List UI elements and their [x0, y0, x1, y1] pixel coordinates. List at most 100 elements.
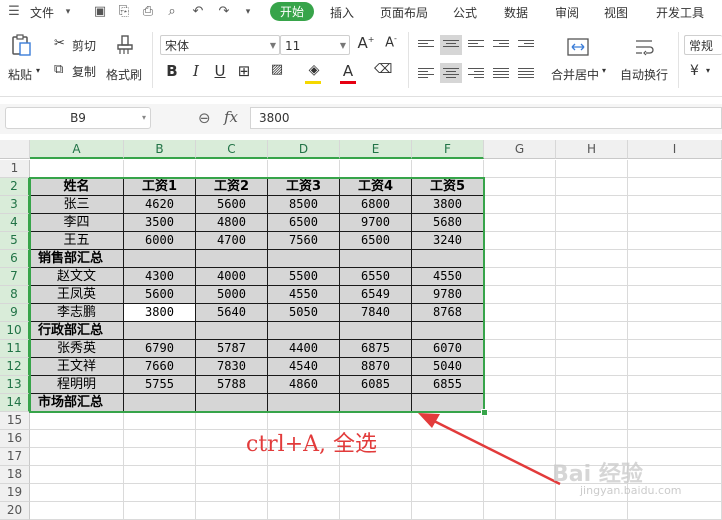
cell-f9[interactable]: 8768 — [412, 304, 484, 322]
cell-e20[interactable] — [340, 502, 412, 520]
zoom-formula-icon[interactable]: ⊖ — [198, 109, 211, 127]
cell-e18[interactable] — [340, 466, 412, 484]
cell-f1[interactable] — [412, 160, 484, 178]
align-top-icon[interactable] — [418, 38, 434, 52]
cell-f7[interactable]: 4550 — [412, 268, 484, 286]
cell-a10[interactable]: 行政部汇总 — [30, 322, 124, 340]
align-middle-icon[interactable] — [440, 35, 462, 55]
cell-f2[interactable]: 工资5 — [412, 178, 484, 196]
cell-a20[interactable] — [30, 502, 124, 520]
row-header-13[interactable]: 13 — [0, 376, 30, 394]
copy-icon[interactable]: ⧉ — [54, 62, 63, 77]
more-chevron-icon[interactable]: ▾ — [240, 4, 256, 20]
cell-a17[interactable] — [30, 448, 124, 466]
cell-d14[interactable] — [268, 394, 340, 412]
cell-i16[interactable] — [628, 430, 722, 448]
currency-button[interactable]: ¥ — [690, 63, 699, 79]
cell-e1[interactable] — [340, 160, 412, 178]
cell-g20[interactable] — [484, 502, 556, 520]
tab-insert[interactable]: 插入 — [330, 4, 354, 21]
row-header-20[interactable]: 20 — [0, 502, 30, 520]
row-header-3[interactable]: 3 — [0, 196, 30, 214]
save-icon[interactable]: ▣ — [92, 4, 108, 20]
cell-b14[interactable] — [124, 394, 196, 412]
row-header-10[interactable]: 10 — [0, 322, 30, 340]
cell-a18[interactable] — [30, 466, 124, 484]
cell-c11[interactable]: 5787 — [196, 340, 268, 358]
cell-f5[interactable]: 3240 — [412, 232, 484, 250]
cell-f20[interactable] — [412, 502, 484, 520]
cell-d19[interactable] — [268, 484, 340, 502]
indent-decrease-icon[interactable] — [493, 38, 509, 52]
cell-i6[interactable] — [628, 250, 722, 268]
cell-e12[interactable]: 8870 — [340, 358, 412, 376]
cut-button[interactable]: 剪切 — [72, 37, 96, 54]
cell-h13[interactable] — [556, 376, 628, 394]
cell-c5[interactable]: 4700 — [196, 232, 268, 250]
cell-e5[interactable]: 6500 — [340, 232, 412, 250]
tab-home[interactable]: 开始 — [270, 2, 315, 21]
cell-h2[interactable] — [556, 178, 628, 196]
cell-d7[interactable]: 5500 — [268, 268, 340, 286]
cell-f4[interactable]: 5680 — [412, 214, 484, 232]
cell-i14[interactable] — [628, 394, 722, 412]
cell-i10[interactable] — [628, 322, 722, 340]
column-header-i[interactable]: I — [628, 140, 722, 159]
cell-b2[interactable]: 工资1 — [124, 178, 196, 196]
cell-i20[interactable] — [628, 502, 722, 520]
cell-i15[interactable] — [628, 412, 722, 430]
print-icon[interactable]: ⎙ — [140, 4, 156, 20]
tab-data[interactable]: 数据 — [504, 4, 528, 21]
file-menu[interactable]: 文件 — [30, 4, 54, 21]
cell-i5[interactable] — [628, 232, 722, 250]
cell-d11[interactable]: 4400 — [268, 340, 340, 358]
wrap-text-icon[interactable] — [634, 36, 656, 58]
paste-button[interactable]: 粘贴 — [8, 66, 32, 83]
cell-b18[interactable] — [124, 466, 196, 484]
cell-b6[interactable] — [124, 250, 196, 268]
cell-a4[interactable]: 李四 — [30, 214, 124, 232]
cell-i12[interactable] — [628, 358, 722, 376]
cell-a6[interactable]: 销售部汇总 — [30, 250, 124, 268]
column-header-a[interactable]: A — [30, 140, 124, 159]
cell-g13[interactable] — [484, 376, 556, 394]
tab-review[interactable]: 审阅 — [555, 4, 579, 21]
cell-b8[interactable]: 5600 — [124, 286, 196, 304]
export-icon[interactable]: ⎘ — [116, 4, 132, 20]
cell-d4[interactable]: 6500 — [268, 214, 340, 232]
select-all-corner[interactable] — [0, 140, 30, 159]
row-header-7[interactable]: 7 — [0, 268, 30, 286]
cell-d5[interactable]: 7560 — [268, 232, 340, 250]
column-header-h[interactable]: H — [556, 140, 628, 159]
cell-g9[interactable] — [484, 304, 556, 322]
cell-h9[interactable] — [556, 304, 628, 322]
decrease-font-icon[interactable]: A- — [382, 34, 400, 50]
cell-b19[interactable] — [124, 484, 196, 502]
cell-d18[interactable] — [268, 466, 340, 484]
italic-icon[interactable]: I — [187, 62, 205, 80]
paste-icon[interactable] — [10, 34, 32, 56]
font-name-select[interactable]: 宋体 ▼ — [160, 35, 280, 55]
cell-b20[interactable] — [124, 502, 196, 520]
tab-page-layout[interactable]: 页面布局 — [380, 4, 428, 21]
cell-b16[interactable] — [124, 430, 196, 448]
font-size-select[interactable]: 11 ▼ — [280, 35, 350, 55]
cell-a3[interactable]: 张三 — [30, 196, 124, 214]
cell-b15[interactable] — [124, 412, 196, 430]
cell-c8[interactable]: 5000 — [196, 286, 268, 304]
cell-h3[interactable] — [556, 196, 628, 214]
fill-pattern-icon[interactable]: ▨ — [268, 62, 286, 77]
cell-a5[interactable]: 王五 — [30, 232, 124, 250]
cell-a15[interactable] — [30, 412, 124, 430]
paste-chevron-icon[interactable]: ▾ — [36, 66, 40, 75]
copy-button[interactable]: 复制 — [72, 63, 96, 80]
merge-center-icon[interactable] — [567, 36, 589, 58]
cell-i7[interactable] — [628, 268, 722, 286]
cell-b17[interactable] — [124, 448, 196, 466]
cell-a8[interactable]: 王凤英 — [30, 286, 124, 304]
cell-e9[interactable]: 7840 — [340, 304, 412, 322]
tab-view[interactable]: 视图 — [604, 4, 628, 21]
cell-h10[interactable] — [556, 322, 628, 340]
formula-input[interactable]: 3800 — [250, 107, 722, 129]
undo-icon[interactable]: ↶ — [190, 4, 206, 20]
